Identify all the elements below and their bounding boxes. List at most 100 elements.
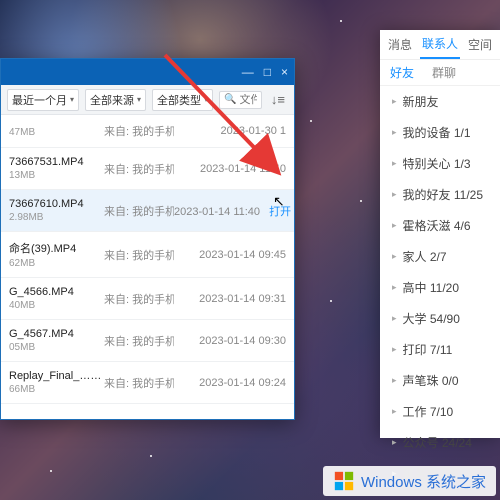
contact-group[interactable]: ▸ 特别关心 1/3	[380, 148, 500, 179]
file-date: 2023-01-14 09:24	[174, 377, 286, 389]
chevron-right-icon: ▸	[392, 344, 397, 355]
file-source: 来自: 我的手机	[104, 291, 174, 307]
maximize-icon[interactable]: □	[264, 65, 271, 79]
chevron-right-icon: ▸	[392, 406, 397, 417]
group-label: 工作 7/10	[403, 403, 454, 420]
main-tab[interactable]: 空间	[460, 30, 500, 59]
file-list: 47MB来自: 我的手机2023-01-30 1 73667531.MP4 13MB…	[1, 115, 294, 404]
group-label: 打印 7/11	[403, 341, 453, 358]
file-size: 13MB	[9, 170, 104, 181]
chevron-right-icon: ▸	[392, 313, 397, 324]
open-link[interactable]: 打开	[269, 206, 291, 218]
file-row[interactable]: 73667610.MP4 2.98MB来自: 我的手机2023-01-14 11:…	[1, 190, 294, 232]
file-name: 73667531.MP4	[9, 156, 104, 168]
contacts-panel: 消息联系人空间 好友 群聊 ▸ 新朋友 ▸ 我的设备 1/1 ▸ 特别关心 1/3 ▸ 我的好友…	[380, 30, 500, 438]
chevron-down-icon: ▾	[204, 95, 208, 104]
chevron-right-icon: ▸	[392, 375, 397, 386]
search-box[interactable]: 🔍	[219, 91, 262, 109]
watermark-text: Windows 系统之家	[361, 471, 486, 492]
file-source: 来自: 我的手机	[104, 161, 174, 177]
file-name: G_4567.MP4	[9, 328, 104, 340]
contact-group[interactable]: ▸ 新朋友	[380, 86, 500, 117]
chevron-right-icon: ▸	[392, 127, 397, 138]
minimize-icon[interactable]: —	[242, 65, 254, 79]
sort-icon[interactable]: ↓≡	[268, 92, 288, 107]
file-row[interactable]: G_4567.MP405MB来自: 我的手机2023-01-14 09:30	[1, 320, 294, 362]
main-tabs: 消息联系人空间	[380, 30, 500, 60]
contact-group[interactable]: ▸ 霍格沃滋 4/6	[380, 210, 500, 241]
chevron-down-icon: ▾	[137, 95, 141, 104]
sub-tabs: 好友 群聊	[380, 60, 500, 86]
group-label: 霍格沃滋 4/6	[403, 217, 471, 234]
contact-group[interactable]: ▸ 家人 2/7	[380, 241, 500, 272]
chevron-right-icon: ▸	[392, 282, 397, 293]
group-label: 我的设备 1/1	[403, 124, 471, 141]
group-label: 我的好友 11/25	[403, 186, 483, 203]
file-source: 来自: 我的手机	[104, 247, 174, 263]
group-label: 大学 54/90	[403, 310, 460, 327]
chevron-right-icon: ▸	[392, 437, 397, 448]
contact-group-list: ▸ 新朋友 ▸ 我的设备 1/1 ▸ 特别关心 1/3 ▸ 我的好友 11/25 ▸ 霍格沃滋 4…	[380, 86, 500, 489]
file-source: 来自: 我的手机	[104, 333, 174, 349]
group-label: 高中 11/20	[403, 279, 459, 296]
search-input[interactable]	[240, 94, 257, 106]
contact-group[interactable]: ▸ 大学 54/90	[380, 303, 500, 334]
filter-time-dropdown[interactable]: 最近一个月 ▾	[7, 89, 79, 111]
file-date: 2023-01-14 09:31	[174, 293, 286, 305]
file-date: 2023-01-14 11:40	[174, 163, 286, 175]
file-row[interactable]: Replay_Final_…MP4 66MB来自: 我的手机2023-01-14 …	[1, 362, 294, 404]
chevron-down-icon: ▾	[70, 95, 74, 104]
sub-tab[interactable]: 好友	[390, 64, 414, 81]
file-row[interactable]: 命名(39).MP4 62MB来自: 我的手机2023-01-14 09:45	[1, 232, 294, 278]
contact-group[interactable]: ▸ 高中 11/20	[380, 272, 500, 303]
contact-group[interactable]: ▸ 公众号 24/24	[380, 427, 500, 458]
filter-source-label: 全部来源	[90, 92, 134, 108]
contact-group[interactable]: ▸ 我的好友 11/25	[380, 179, 500, 210]
file-name: 命名(39).MP4	[9, 240, 104, 256]
group-label: 家人 2/7	[403, 248, 447, 265]
chevron-right-icon: ▸	[392, 251, 397, 262]
file-manager-window: — □ × 最近一个月 ▾ 全部来源 ▾ 全部类型 ▾ 🔍 ↓≡ 47MB来自:…	[0, 58, 295, 420]
filter-time-label: 最近一个月	[12, 92, 67, 108]
file-name: 73667610.MP4	[9, 198, 104, 210]
contact-group[interactable]: ▸ 我的设备 1/1	[380, 117, 500, 148]
search-icon: 🔍	[224, 94, 236, 105]
close-icon[interactable]: ×	[281, 65, 288, 79]
file-name: Replay_Final_…MP4	[9, 370, 104, 382]
file-size: 62MB	[9, 258, 104, 269]
chevron-right-icon: ▸	[392, 96, 397, 107]
file-source: 来自: 我的手机	[104, 123, 174, 139]
group-label: 声笔珠 0/0	[403, 372, 459, 389]
file-source: 来自: 我的手机	[104, 375, 174, 391]
file-source: 来自: 我的手机	[104, 203, 174, 219]
filter-source-dropdown[interactable]: 全部来源 ▾	[85, 89, 146, 111]
group-label: 特别关心 1/3	[403, 155, 471, 172]
chevron-right-icon: ▸	[392, 158, 397, 169]
chevron-right-icon: ▸	[392, 220, 397, 231]
file-row[interactable]: G_4566.MP4 40MB来自: 我的手机2023-01-14 09:31	[1, 278, 294, 320]
filter-type-dropdown[interactable]: 全部类型 ▾	[152, 89, 213, 111]
main-tab[interactable]: 消息	[380, 30, 420, 59]
window-titlebar[interactable]: — □ ×	[1, 59, 294, 85]
group-label: 新朋友	[403, 93, 439, 110]
file-name: G_4566.MP4	[9, 286, 104, 298]
sub-tab[interactable]: 群聊	[432, 64, 456, 81]
file-row[interactable]: 73667531.MP4 13MB来自: 我的手机2023-01-14 11:40	[1, 148, 294, 190]
file-date: 2023-01-14 09:45	[174, 249, 286, 261]
file-size: 66MB	[9, 384, 104, 395]
filter-type-label: 全部类型	[157, 92, 201, 108]
file-size: 2.98MB	[9, 212, 104, 223]
contact-group[interactable]: ▸ 打印 7/11	[380, 334, 500, 365]
file-row[interactable]: 47MB来自: 我的手机2023-01-30 1	[1, 115, 294, 148]
filter-toolbar: 最近一个月 ▾ 全部来源 ▾ 全部类型 ▾ 🔍 ↓≡	[1, 85, 294, 115]
contact-group[interactable]: ▸ 声笔珠 0/0	[380, 365, 500, 396]
contact-group[interactable]: ▸ 工作 7/10	[380, 396, 500, 427]
watermark: Windows 系统之家	[323, 466, 496, 496]
chevron-right-icon: ▸	[392, 189, 397, 200]
file-size: 40MB	[9, 300, 104, 311]
group-label: 公众号 24/24	[403, 434, 472, 451]
file-date: 2023-01-30 1	[174, 125, 286, 137]
main-tab[interactable]: 联系人	[420, 30, 460, 59]
file-date: 2023-01-14 09:30	[174, 335, 286, 347]
file-date: 2023-01-14 11:40 打开≡	[174, 203, 294, 219]
